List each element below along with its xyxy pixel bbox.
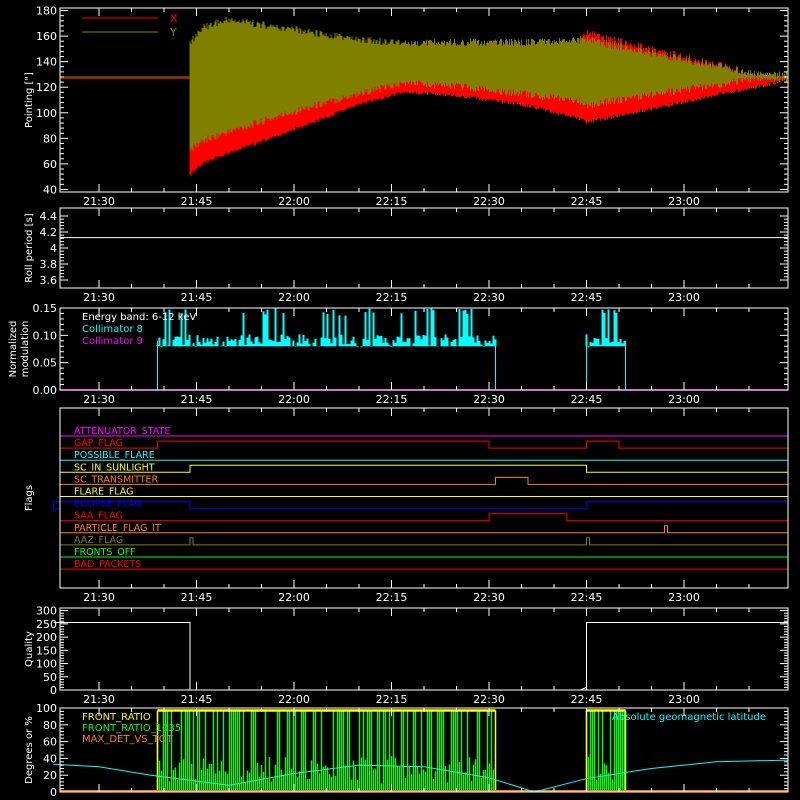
y-tick-label: 20 [43,769,57,782]
y-axis-label: modulation [20,321,31,378]
y-tick-label: 120 [36,81,57,94]
x-tick-label: 22:45 [571,195,603,208]
flag-label: PARTICLE_FLAG_IT [74,523,161,534]
y-tick-label: 4.4 [40,210,58,223]
y-tick-label: 80 [43,132,57,145]
x-tick-label: 22:15 [376,393,408,406]
flag-label: FLARE_FLAG [74,487,134,498]
y-tick-label: 0.00 [33,384,58,397]
x-tick-label: 22:30 [473,591,505,604]
y-tick-label: 150 [36,644,57,657]
x-tick-label: 21:30 [83,195,115,208]
legend-label-front-ratio: FRONT_RATIO [82,712,151,723]
x-tick-label: 21:30 [83,591,115,604]
flag-label: AAZ_FLAG [74,535,123,546]
y-tick-label: 300 [36,605,57,618]
x-tick-label: 23:00 [668,693,700,706]
y-tick-label: 0.05 [33,357,58,370]
x-tick-label: 22:00 [278,693,310,706]
flag-label: ECLIPSE_FLAG [74,499,142,510]
legend-label-x: X [170,12,178,25]
x-tick-label: 22:15 [376,693,408,706]
x-tick-label: 23:00 [668,195,700,208]
y-axis-label: Degrees or % [24,716,35,784]
y-tick-label: 250 [36,618,57,631]
y-tick-label: 160 [36,30,57,43]
y-tick-label: 50 [43,671,57,684]
flag-label: BAD_PACKETS [74,559,141,570]
flag-label: ATTENUATOR_STATE [74,426,170,437]
flag-label: POSSIBLE_FLARE [74,450,155,461]
y-tick-label: 0 [50,684,57,697]
y-tick-label: 0.15 [33,302,58,315]
y-tick-label: 40 [43,752,57,765]
legend-label-max-det-vs-tot: MAX_DET_VS_TOT [82,734,174,745]
flag-label: SAA_FLAG [74,511,123,522]
x-tick-label: 22:00 [278,195,310,208]
y-tick-label: 3.8 [40,258,58,271]
legend-label-collimator-8: Collimator 8 [82,324,143,335]
x-tick-label: 23:00 [668,591,700,604]
y-tick-label: 4.2 [40,226,58,239]
y-tick-label: 100 [36,107,57,120]
legend-label-geomag-latitude: Absolute geomagnetic latitude [612,712,766,723]
y-tick-label: 40 [43,183,57,196]
flag-label: GAP_FLAG [74,438,123,449]
legend-label-front-ratio-1035: FRONT_RATIO_1035 [82,723,181,734]
x-tick-label: 21:45 [181,195,213,208]
y-axis-label: Pointing ["] [24,72,35,128]
y-tick-label: 60 [43,158,57,171]
x-tick-label: 22:15 [376,195,408,208]
y-tick-label: 0 [50,786,57,799]
flag-label: FRONTS_OFF [74,547,136,558]
flag-label: SC_TRANSMITTER [74,474,159,485]
legend-label-collimator-9: Collimator 9 [82,336,143,347]
y-axis-label: Roll period [s] [24,213,35,282]
x-tick-label: 21:45 [181,693,213,706]
y-tick-label: 180 [36,5,57,18]
x-tick-label: 23:00 [668,291,700,304]
x-tick-label: 22:00 [278,591,310,604]
x-tick-label: 21:45 [181,291,213,304]
y-axis-label: Normalized [8,321,19,378]
y-tick-label: 200 [36,631,57,644]
x-tick-label: 21:30 [83,291,115,304]
x-tick-label: 22:30 [473,291,505,304]
x-tick-label: 21:30 [83,393,115,406]
y-tick-label: 3.6 [40,274,58,287]
y-tick-label: 4 [50,242,57,255]
x-tick-label: 22:45 [571,693,603,706]
x-tick-label: 22:30 [473,195,505,208]
legend-label-y: Y [169,26,177,39]
y-axis-label: Flags [24,485,35,511]
x-tick-label: 22:30 [473,693,505,706]
y-tick-label: 140 [36,56,57,69]
x-tick-label: 21:45 [181,591,213,604]
y-tick-label: 0.10 [33,329,58,342]
x-tick-label: 22:15 [376,291,408,304]
y-tick-label: 80 [43,719,57,732]
x-tick-label: 22:30 [473,393,505,406]
x-tick-label: 22:45 [571,393,603,406]
y-tick-label: 100 [36,658,57,671]
hessi-observing-summary-figure: XY40608010012014016018021:30 21:45 22:00 22… [0,0,800,800]
y-tick-label: 60 [43,736,57,749]
x-tick-label: 22:00 [278,291,310,304]
x-tick-label: 22:45 [571,591,603,604]
x-tick-label: 23:00 [668,393,700,406]
x-tick-label: 21:30 [83,693,115,706]
y-tick-label: 100 [36,702,57,715]
x-tick-label: 21:45 [181,393,213,406]
y-axis-label: Quality [24,631,35,667]
x-tick-label: 22:00 [278,393,310,406]
flag-label: SC_IN_SUNLIGHT [74,462,155,473]
x-tick-label: 22:15 [376,591,408,604]
x-tick-label: 22:45 [571,291,603,304]
